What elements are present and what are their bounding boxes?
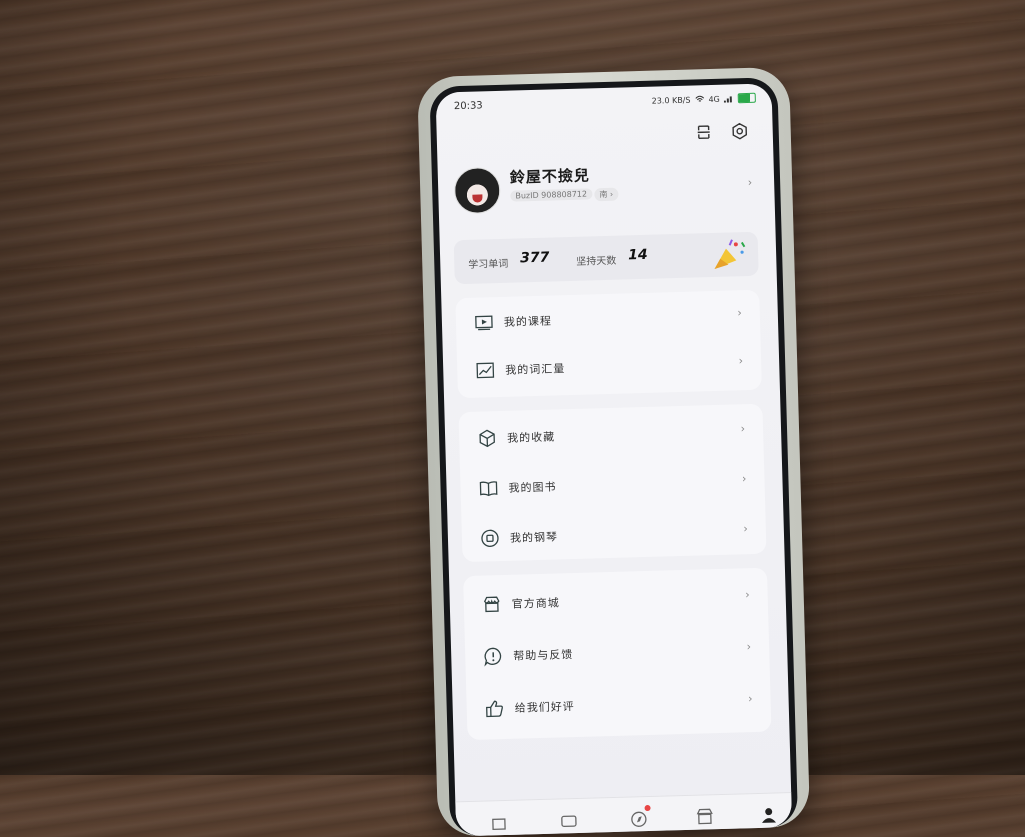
menu-label: 我的图书	[508, 478, 556, 495]
trend-chart-icon	[475, 360, 496, 381]
menu-item-my-piano[interactable]: 我的钢琴 ›	[480, 516, 749, 553]
menu-item-official-store[interactable]: 官方商城 ›	[481, 582, 750, 619]
chevron-right-icon: ›	[748, 176, 753, 189]
menu-card-collections: 我的收藏 › 我的图书 › 我的钢琴 ›	[458, 404, 766, 562]
signal-icon	[724, 94, 734, 102]
network-type: 4G	[708, 94, 720, 103]
chevron-right-icon: ›	[737, 306, 742, 319]
store-icon	[482, 594, 503, 615]
chevron-right-icon: ›	[747, 640, 752, 653]
menu-label: 我的词汇量	[505, 360, 565, 378]
avatar[interactable]	[454, 167, 501, 214]
streak-days-value: 14	[628, 247, 648, 264]
menu-item-my-vocabulary[interactable]: 我的词汇量 ›	[475, 348, 744, 385]
gender-tag: 南 ›	[594, 188, 618, 202]
phone-device: 20:33 23.0 KB/S 4G 鈴屋不撿兒 BuzID 908808712…	[417, 67, 810, 837]
menu-card-learning: 我的课程 › 我的词汇量 ›	[455, 290, 762, 398]
chevron-right-icon: ›	[740, 422, 745, 435]
menu-label: 我的钢琴	[510, 528, 558, 545]
menu-item-my-books[interactable]: 我的图书 ›	[478, 466, 747, 503]
chevron-right-icon: ›	[745, 588, 750, 601]
notification-dot	[644, 805, 650, 811]
help-icon	[483, 646, 504, 667]
chevron-right-icon: ›	[743, 522, 748, 535]
menu-label: 给我们好评	[514, 698, 574, 716]
bottom-tab-bar	[455, 792, 792, 836]
menu-item-my-courses[interactable]: 我的课程 ›	[474, 300, 743, 337]
home-tab-icon[interactable]	[490, 813, 508, 831]
wifi-icon	[694, 95, 704, 103]
learned-words-label: 学习单词	[468, 255, 508, 271]
menu-item-my-favorites[interactable]: 我的收藏 ›	[477, 416, 746, 453]
book-icon	[478, 478, 499, 499]
menu-item-help-feedback[interactable]: 帮助与反馈 ›	[483, 634, 752, 671]
user-id-badge: BuzID 908808712	[510, 188, 592, 201]
profile-tab-icon[interactable]	[760, 805, 778, 823]
thumbs-up-icon	[484, 698, 505, 719]
scan-list-icon[interactable]	[694, 123, 712, 141]
streak-days-label: 坚持天数	[576, 252, 616, 268]
party-popper-icon	[706, 236, 751, 273]
stats-panel: 学习单词 377 坚持天数 14	[454, 232, 759, 284]
menu-card-service: 官方商城 › 帮助与反馈 › 给我们好评 ›	[463, 568, 771, 740]
network-speed: 23.0 KB/S	[652, 95, 691, 105]
chevron-right-icon: ›	[739, 354, 744, 367]
header-actions	[694, 122, 748, 142]
chevron-right-icon: ›	[748, 692, 753, 705]
profile-section[interactable]: 鈴屋不撿兒 BuzID 908808712 南 › ›	[454, 158, 756, 226]
menu-label: 我的课程	[504, 313, 552, 330]
study-tab-icon[interactable]	[560, 811, 578, 829]
learned-words-value: 377	[520, 250, 550, 267]
status-icons: 23.0 KB/S 4G	[652, 93, 756, 106]
menu-label: 帮助与反馈	[513, 646, 573, 664]
cube-icon	[477, 428, 498, 449]
status-bar: 20:33 23.0 KB/S 4G	[454, 90, 756, 114]
phone-screen: 20:33 23.0 KB/S 4G 鈴屋不撿兒 BuzID 908808712…	[436, 83, 793, 836]
battery-icon	[738, 93, 756, 103]
phone-bezel: 20:33 23.0 KB/S 4G 鈴屋不撿兒 BuzID 908808712…	[429, 77, 798, 836]
menu-label: 官方商城	[512, 594, 560, 611]
settings-icon[interactable]	[730, 122, 748, 140]
menu-item-rate-us[interactable]: 给我们好评 ›	[484, 686, 753, 723]
username: 鈴屋不撿兒	[510, 164, 591, 187]
discover-tab-icon[interactable]	[630, 809, 648, 827]
piano-circle-icon	[480, 528, 501, 549]
status-time: 20:33	[454, 100, 483, 112]
video-play-icon	[474, 312, 495, 333]
store-tab-icon[interactable]	[696, 807, 714, 825]
chevron-right-icon: ›	[742, 472, 747, 485]
menu-label: 我的收藏	[507, 428, 555, 445]
